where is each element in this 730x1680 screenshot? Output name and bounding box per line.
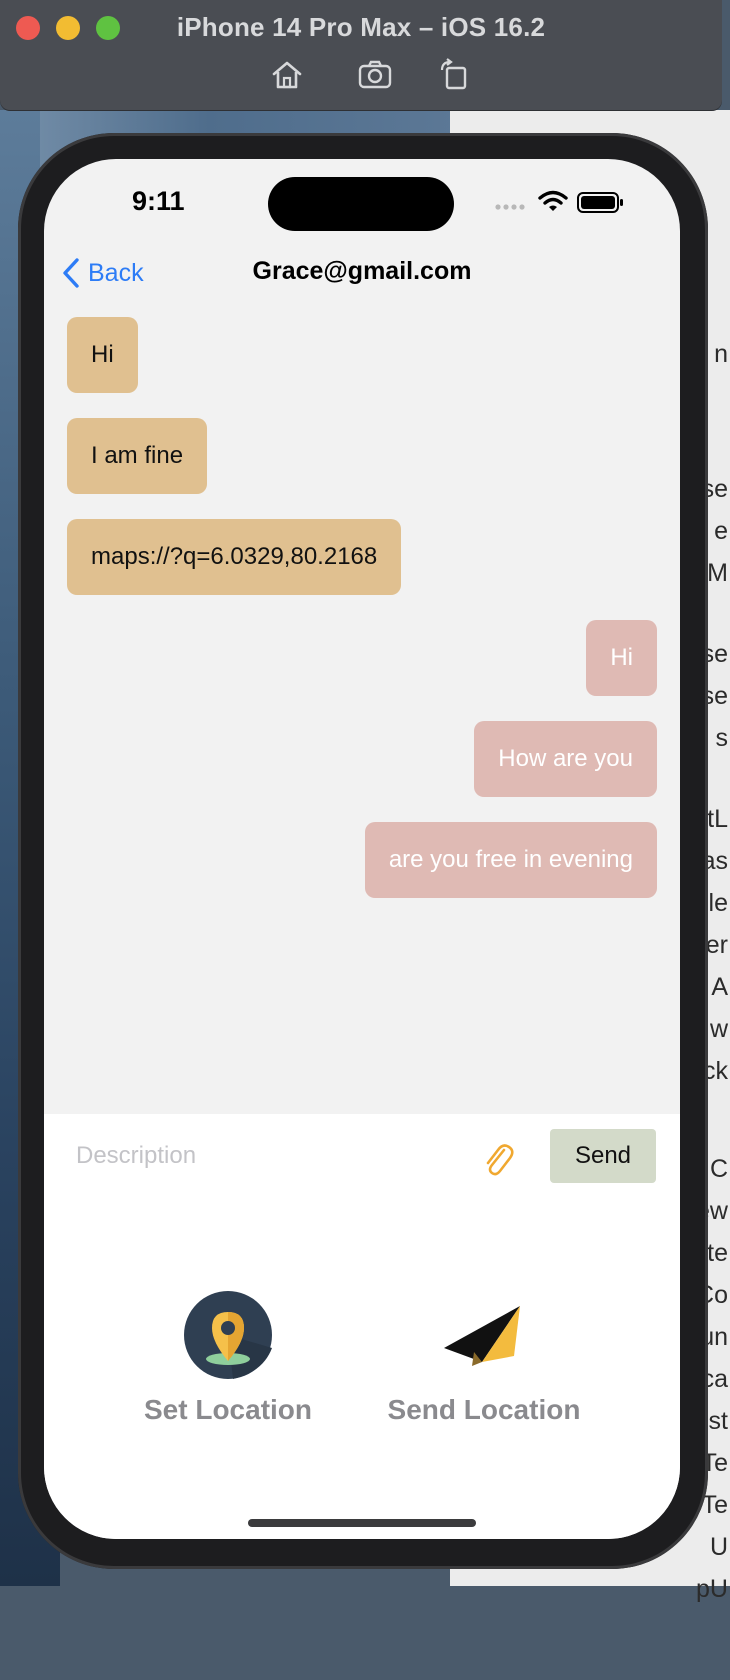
background-code-fragment: A [711, 973, 728, 1001]
background-code-fragment: C [709, 1155, 728, 1183]
send-location-label[interactable]: Send Location [384, 1394, 584, 1426]
screenshot-icon[interactable] [358, 58, 392, 92]
background-code-fragment: st [708, 1407, 728, 1435]
background-code-fragment: U [709, 1533, 728, 1561]
outgoing-message[interactable]: How are you [474, 721, 657, 797]
outgoing-message[interactable]: are you free in evening [364, 822, 657, 898]
set-location-label[interactable]: Set Location [144, 1394, 312, 1426]
background-code-fragment: le [708, 889, 728, 917]
status-time: 9:11 [132, 186, 185, 216]
compose-panel: Send Set Location Send Location [44, 1114, 680, 1539]
simulator-title: iPhone 14 Pro Max – iOS 16.2 [176, 12, 546, 42]
rotate-icon[interactable] [438, 58, 472, 92]
background-code-fragment: n [714, 340, 728, 368]
battery-icon [577, 192, 623, 213]
set-location-icon[interactable] [183, 1290, 273, 1380]
home-icon[interactable] [270, 58, 304, 92]
background-code-fragment: pU [696, 1575, 728, 1603]
background-code-fragment: er [705, 931, 728, 959]
incoming-message[interactable]: Hi [67, 317, 138, 393]
background-code-fragment: te [707, 1239, 728, 1267]
description-input[interactable] [74, 1134, 478, 1178]
simulator-titlebar: iPhone 14 Pro Max – iOS 16.2 [0, 0, 722, 110]
send-location-icon[interactable] [442, 1304, 526, 1368]
background-code-fragment: e [714, 517, 728, 545]
send-button[interactable]: Send [550, 1129, 656, 1183]
dynamic-island [268, 177, 454, 231]
home-indicator[interactable] [248, 1519, 476, 1527]
incoming-message[interactable]: I am fine [67, 418, 208, 494]
phone-screen: 9:11 Back Grace@gmail.com Hi I am fine m… [44, 159, 680, 1539]
background-code-fragment: Te [701, 1491, 728, 1519]
background-code-fragment: s [715, 724, 729, 752]
incoming-message-map-link[interactable]: maps://?q=6.0329,80.2168 [67, 519, 402, 595]
paperclip-icon[interactable] [480, 1138, 514, 1178]
wifi-icon [538, 190, 568, 211]
background-code-fragment: w [709, 1015, 728, 1043]
outgoing-message[interactable]: Hi [586, 620, 657, 696]
no-signal-icon [495, 204, 525, 210]
chat-title: Grace@gmail.com [252, 257, 472, 285]
status-icons [495, 190, 623, 213]
background-code-fragment: tL [707, 805, 728, 833]
